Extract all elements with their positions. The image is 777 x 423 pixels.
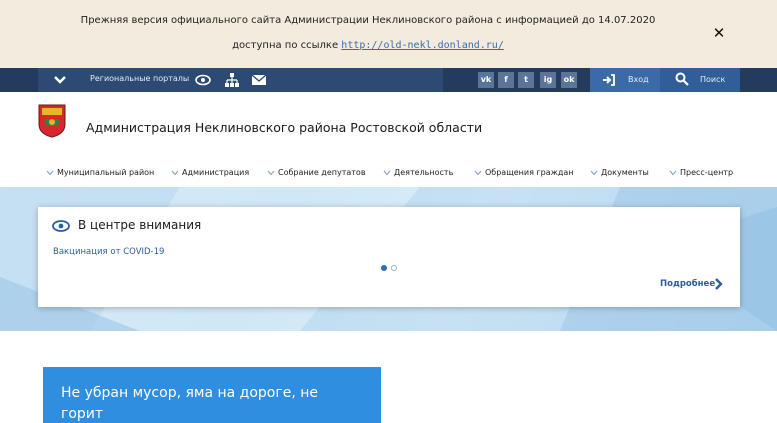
facebook-icon[interactable]: f	[498, 72, 514, 88]
nav-item-administration[interactable]: Администрация	[171, 168, 249, 177]
eye-icon[interactable]	[195, 72, 211, 88]
nav-item-council[interactable]: Собрание депутатов	[267, 168, 366, 177]
covid-vaccination-link[interactable]: Вакцинация от COVID-19	[53, 247, 164, 257]
chevron-down-icon	[590, 170, 598, 175]
notice-banner: Прежняя версия официального сайта Админи…	[0, 0, 777, 68]
instagram-icon[interactable]: ig	[540, 72, 556, 88]
page-title: Администрация Неклиновского района Росто…	[86, 120, 483, 135]
chevron-down-icon	[383, 170, 391, 175]
chevron-down-icon	[474, 170, 482, 175]
login-button[interactable]: Вход	[590, 68, 660, 92]
slider-dot[interactable]	[391, 265, 397, 271]
nav-item-appeals[interactable]: Обращения граждан	[474, 168, 574, 177]
spotlight-title: В центре внимания	[78, 218, 202, 232]
sitemap-icon[interactable]	[224, 72, 240, 88]
nav-item-documents[interactable]: Документы	[590, 168, 649, 177]
nav-item-activity[interactable]: Деятельность	[383, 168, 453, 177]
odnoklassniki-icon[interactable]: ok	[561, 72, 577, 88]
coat-of-arms-logo[interactable]	[38, 104, 66, 138]
promo-text: Не убран мусор, яма на дороге, не горит	[61, 385, 319, 422]
chevron-right-icon[interactable]	[714, 278, 723, 290]
notice-text: Прежняя версия официального сайта Админи…	[80, 15, 656, 26]
vk-icon[interactable]: vk	[478, 72, 494, 88]
twitter-icon[interactable]: t	[518, 72, 534, 88]
notice-text-prefix: доступна по ссылке	[232, 40, 339, 51]
eye-icon	[52, 220, 70, 232]
spotlight-card: В центре внимания Вакцинация от COVID-19…	[38, 207, 740, 307]
search-icon	[675, 72, 689, 86]
chevron-down-icon	[669, 170, 677, 175]
report-problem-banner[interactable]: Не убран мусор, яма на дороге, не горит	[43, 367, 381, 423]
old-site-link[interactable]: http://old-nekl.donland.ru/	[341, 40, 504, 51]
chevron-down-icon	[46, 170, 54, 175]
more-link[interactable]: Подробнее	[660, 279, 715, 289]
nav-item-municipal-district[interactable]: Муниципальный район	[46, 168, 154, 177]
chevron-down-icon	[267, 170, 275, 175]
chevron-down-icon[interactable]	[50, 72, 70, 88]
main-nav: Муниципальный район Администрация Собран…	[38, 158, 740, 184]
search-button[interactable]: Поиск	[660, 68, 740, 92]
nav-item-press-center[interactable]: Пресс-центр	[669, 168, 733, 177]
notice-link-line: доступна по ссылке http://old-nekl.donla…	[0, 40, 736, 51]
chevron-down-icon	[171, 170, 179, 175]
login-label: Вход	[628, 75, 649, 84]
sign-in-icon	[603, 74, 615, 86]
slider-dot-active[interactable]	[381, 265, 387, 271]
top-bar: Региональные порталы vk f t ig ok Вход П…	[0, 68, 777, 92]
search-label: Поиск	[700, 75, 726, 84]
regional-portals-link[interactable]: Региональные порталы	[90, 74, 189, 83]
envelope-icon[interactable]	[251, 72, 267, 88]
close-icon[interactable]: ✕	[710, 24, 728, 42]
